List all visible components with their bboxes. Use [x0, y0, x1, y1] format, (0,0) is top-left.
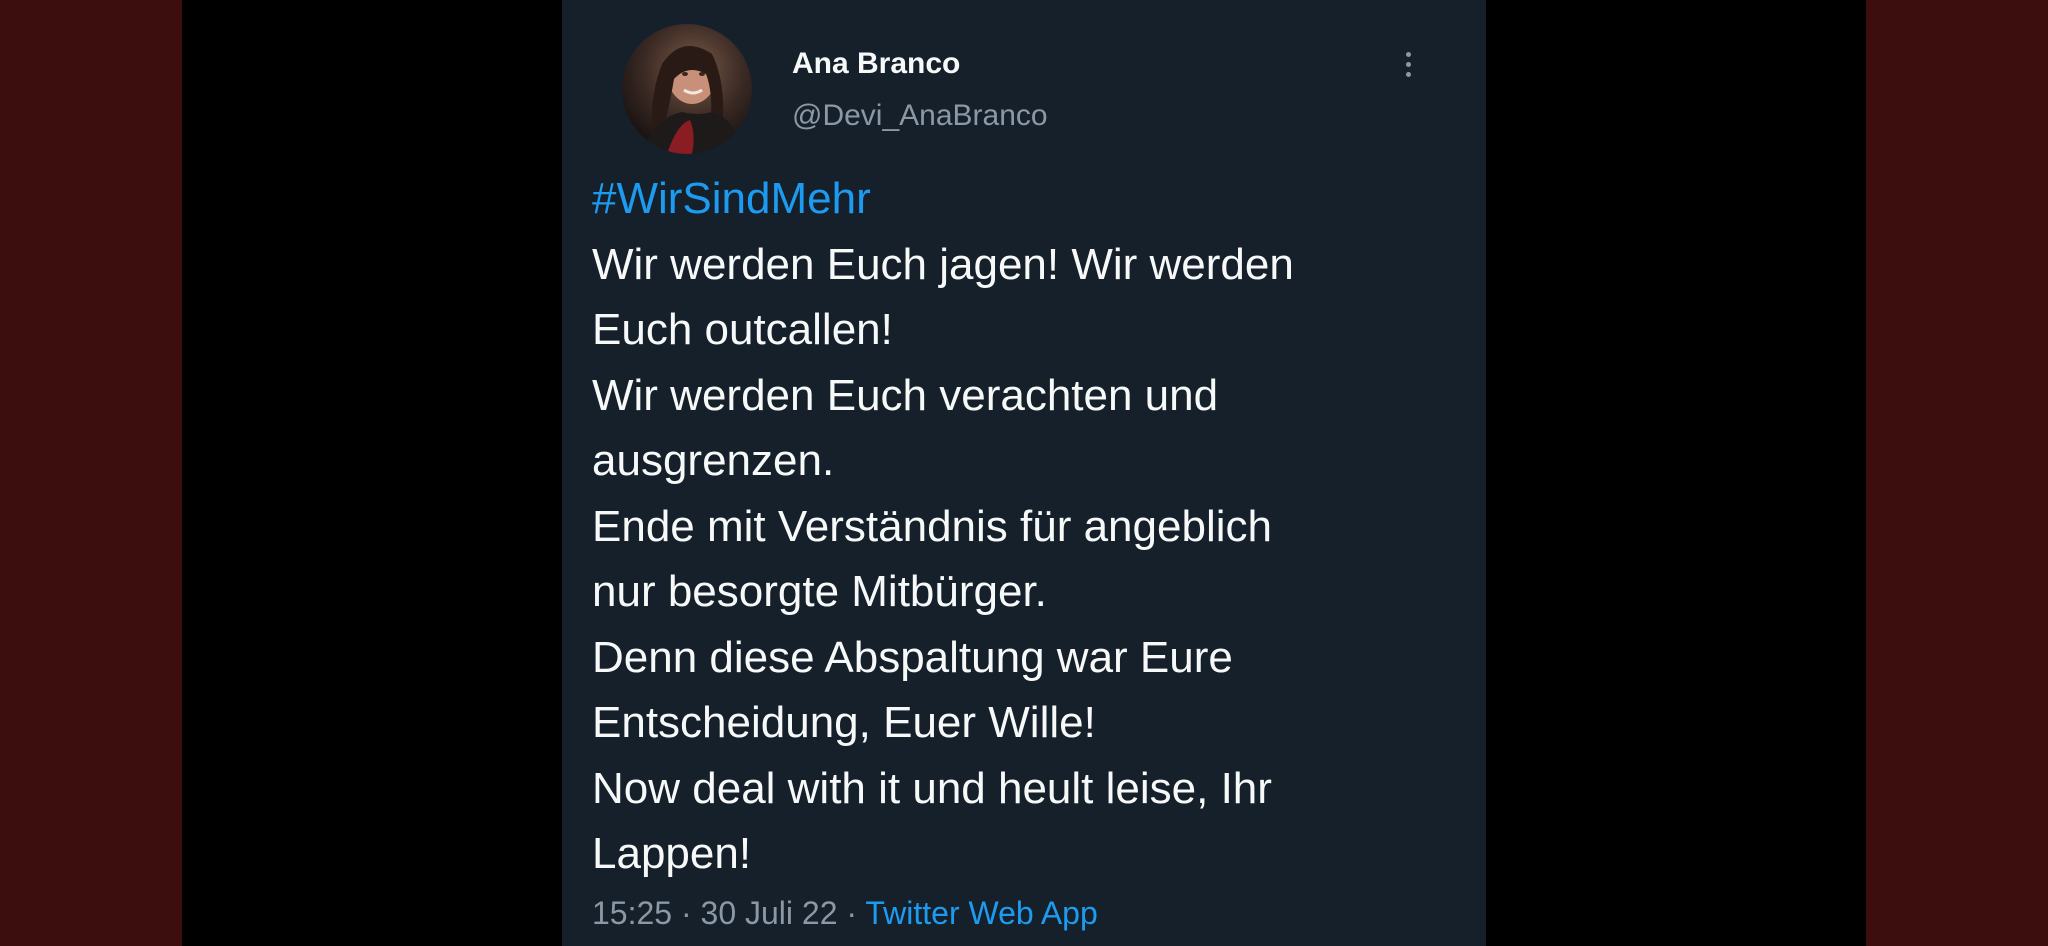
tweet-line: ausgrenzen.: [592, 436, 835, 485]
tweet-line: Denn diese Abspaltung war Eure: [592, 632, 1233, 682]
tweet-line: Ende mit Verständnis für angeblich: [592, 501, 1272, 551]
tweet-text: #WirSindMehr Wir werden Euch jagen! Wir …: [592, 166, 1458, 887]
tweet-header: Ana Branco @Devi_AnaBranco: [592, 0, 1458, 160]
author-handle[interactable]: @Devi_AnaBranco: [792, 96, 1048, 136]
tweet-line: Lappen!: [592, 829, 752, 878]
tweet-line: Now deal with it und heult leise, Ihr: [592, 763, 1272, 813]
tweet-line: Entscheidung, Euer Wille!: [592, 698, 1096, 747]
tweet-meta: 15:25 · 30 Juli 22 · Twitter Web App: [592, 895, 1458, 932]
video-frame: Ana Branco @Devi_AnaBranco #WirSindMehr …: [0, 0, 2048, 946]
tweet-date[interactable]: 30 Juli 22: [701, 895, 838, 931]
tweet-time[interactable]: 15:25: [592, 895, 672, 931]
right-letterbox: [1866, 0, 2048, 946]
author-block: Ana Branco @Devi_AnaBranco: [792, 44, 1048, 136]
tweet-source-link[interactable]: Twitter Web App: [865, 895, 1097, 931]
meta-separator: ·: [680, 894, 692, 931]
tweet-line: Euch outcallen!: [592, 305, 893, 354]
tweet-line: Wir werden Euch verachten und: [592, 370, 1219, 420]
avatar[interactable]: [622, 24, 752, 154]
avatar-image: [642, 46, 742, 154]
hashtag-link[interactable]: #WirSindMehr: [592, 166, 1458, 232]
tweet-line: nur besorgte Mitbürger.: [592, 567, 1047, 616]
tweet-line: Wir werden Euch jagen! Wir werden: [592, 239, 1294, 289]
author-display-name[interactable]: Ana Branco: [792, 44, 1048, 84]
more-vertical-icon[interactable]: [1398, 44, 1418, 84]
meta-separator: ·: [846, 894, 858, 931]
tweet-card: Ana Branco @Devi_AnaBranco #WirSindMehr …: [562, 0, 1486, 946]
left-letterbox: [0, 0, 182, 946]
